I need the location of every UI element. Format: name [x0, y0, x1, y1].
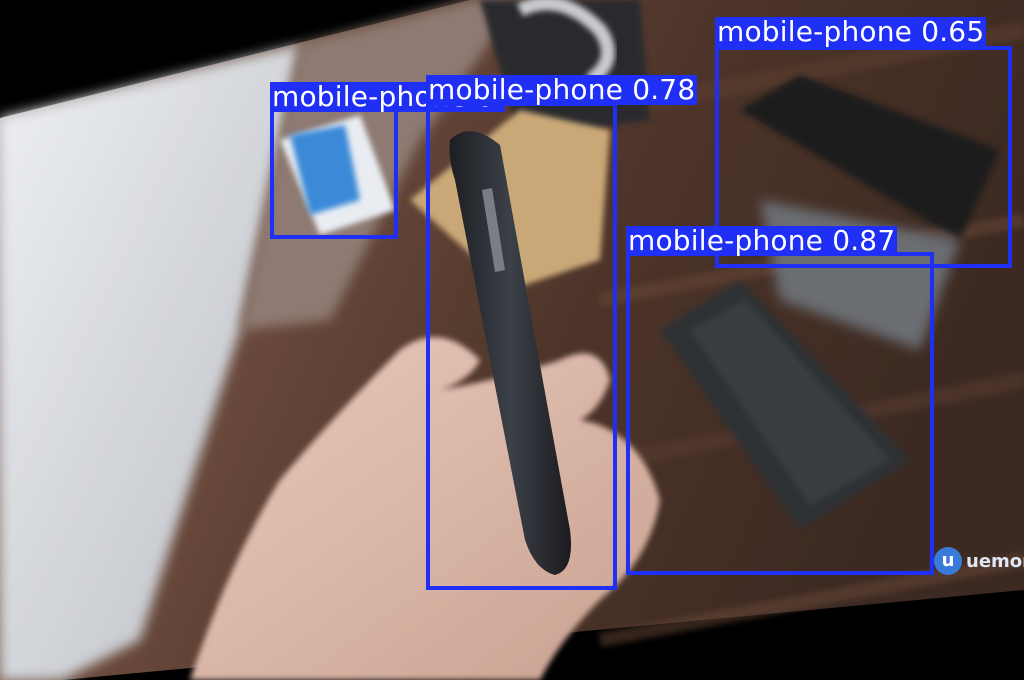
detection-label-3: mobile-phone 0.78 — [426, 73, 698, 106]
detection-label-1: mobile-phone 0.65 — [715, 15, 987, 48]
detection-image: mobile-phone 0.65 mobile-phone 0. mobile… — [0, 0, 1024, 680]
detection-box-4 — [626, 252, 934, 575]
watermark: u uemone — [934, 544, 1024, 578]
watermark-logo-icon: u — [934, 547, 962, 575]
detection-box-3 — [426, 102, 617, 590]
watermark-text: uemone — [966, 550, 1024, 572]
detection-label-4: mobile-phone 0.87 — [626, 224, 898, 257]
detection-box-2 — [270, 108, 398, 239]
